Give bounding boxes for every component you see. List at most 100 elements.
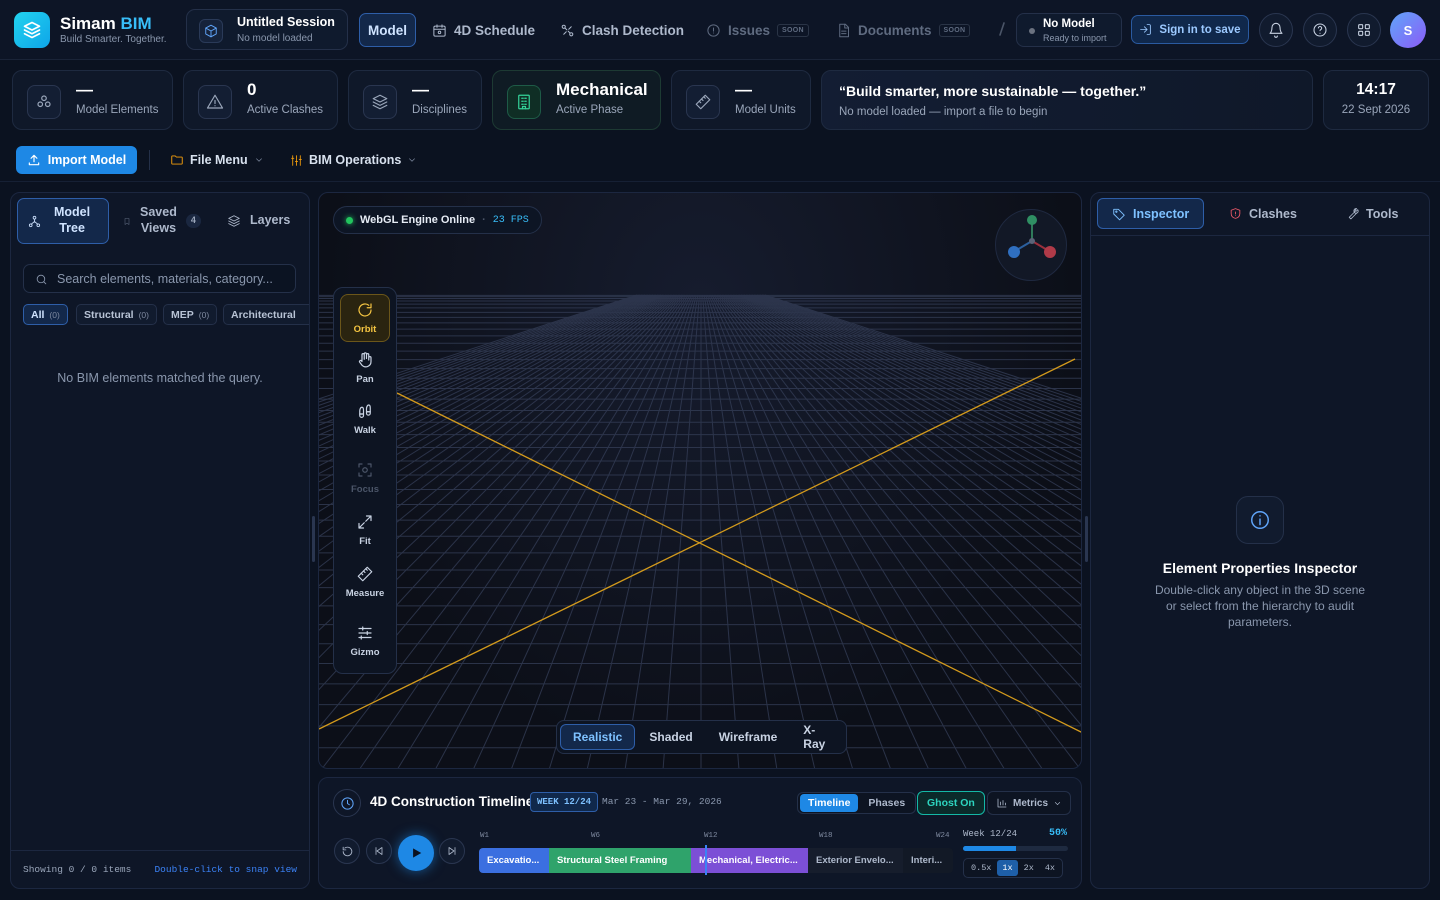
ruler-icon (686, 85, 720, 119)
fps-counter: 23 FPS (492, 214, 529, 226)
grid-line (706, 294, 853, 768)
grid-line (703, 294, 778, 768)
tab-tools[interactable]: Tools (1332, 198, 1412, 229)
filter-all[interactable]: All (0) (23, 304, 68, 325)
components-icon (27, 85, 61, 119)
phase-bar-interior[interactable]: Interi... (903, 848, 953, 873)
metrics-label: Metrics (1013, 797, 1049, 809)
left-resize-handle[interactable] (312, 516, 315, 562)
grid-line (719, 294, 1081, 689)
grid-line (662, 294, 700, 768)
filter-mep[interactable]: MEP (0) (163, 304, 218, 325)
tab-model-tree[interactable]: Model Tree (17, 198, 109, 244)
grid-line (473, 294, 692, 768)
tab-layers[interactable]: Layers (227, 198, 305, 244)
toggle-timeline[interactable]: Timeline (800, 794, 859, 812)
render-mode-shaded[interactable]: Shaded (637, 724, 704, 750)
sign-in-button[interactable]: Sign in to save (1131, 15, 1249, 44)
tab-clash-detection[interactable]: Clash Detection (552, 13, 692, 47)
tab-clash-detection-label: Clash Detection (582, 22, 685, 38)
filter-label: Structural (84, 308, 134, 321)
render-mode-realistic[interactable]: Realistic (560, 724, 636, 750)
tab-saved-views[interactable]: Saved Views 4 (119, 198, 211, 244)
playback-speed-selector: 0.5x 1x 2x 4x (963, 858, 1064, 878)
reset-button[interactable] (334, 838, 360, 864)
notifications-button[interactable] (1259, 13, 1293, 47)
week-marker: W12 (704, 832, 718, 840)
filter-label: All (31, 308, 45, 321)
bim-operations-button[interactable]: BIM Operations (290, 146, 417, 174)
stat-disciplines: — Disciplines (348, 70, 482, 130)
help-button[interactable] (1303, 13, 1337, 47)
import-model-button[interactable]: Import Model (16, 146, 137, 174)
session-title: Untitled Session (237, 15, 335, 29)
tab-documents[interactable]: Documents SOON (828, 13, 978, 47)
hierarchy-icon (28, 215, 41, 228)
filter-structural[interactable]: Structural (0) (76, 304, 157, 325)
tab-divider (1091, 235, 1429, 236)
toggle-phases[interactable]: Phases (860, 794, 913, 812)
tool-orbit[interactable]: Orbit (340, 294, 390, 342)
tool-focus[interactable]: Focus (340, 454, 390, 502)
tab-clashes[interactable]: Clashes (1215, 198, 1311, 229)
upload-icon (27, 153, 41, 167)
tool-label: Pan (356, 374, 374, 385)
grid-line (752, 294, 1081, 430)
phase-bar-exterior[interactable]: Exterior Envelo... (808, 848, 903, 873)
session-selector[interactable]: Untitled Session No model loaded (186, 9, 348, 50)
play-button[interactable] (398, 835, 434, 871)
stat-value: Mechanical (556, 80, 648, 99)
skip-back-button[interactable] (366, 838, 392, 864)
app-name-text: Simam (60, 14, 116, 33)
grid-line (549, 294, 696, 768)
app-name: Simam BIM (60, 14, 152, 34)
phase-bar-excavation[interactable]: Excavatio... (479, 848, 549, 873)
online-dot (346, 216, 353, 224)
tab-inspector[interactable]: Inspector (1097, 198, 1205, 229)
toolbar-divider (149, 150, 150, 170)
tool-fit[interactable]: Fit (340, 506, 390, 554)
app-logo-icon[interactable] (14, 12, 50, 48)
phase-bar-mechanical[interactable]: Mechanical, Electric... (691, 848, 808, 873)
grid-line (737, 294, 1081, 491)
render-mode-xray[interactable]: X-Ray (791, 723, 843, 751)
tab-4d-schedule[interactable]: 4D Schedule (424, 13, 543, 47)
right-resize-handle[interactable] (1085, 516, 1088, 562)
phase-bar-structural-steel[interactable]: Structural Steel Framing (549, 848, 691, 873)
orientation-gizmo[interactable] (995, 209, 1067, 281)
overflow-nav-icon[interactable] (998, 22, 1006, 36)
metrics-dropdown[interactable]: Metrics (987, 791, 1072, 815)
skip-back-icon (373, 845, 385, 857)
speed-1x[interactable]: 1x (997, 860, 1018, 876)
expand-icon (358, 515, 372, 529)
tool-walk[interactable]: Walk (340, 395, 390, 443)
tab-model[interactable]: Model (359, 13, 416, 47)
timeline-playhead[interactable] (705, 845, 707, 875)
grid-line (359, 294, 688, 768)
sliders-icon (358, 626, 372, 640)
tab-tools-label: Tools (1366, 206, 1399, 221)
tool-measure[interactable]: Measure (340, 558, 390, 606)
grid-icon (1356, 22, 1372, 38)
stat-value: — (76, 80, 93, 99)
ghost-toggle-button[interactable]: Ghost On (917, 791, 985, 815)
stat-model-units: — Model Units (671, 70, 811, 130)
user-avatar[interactable]: S (1390, 12, 1426, 48)
file-menu-button[interactable]: File Menu (170, 146, 264, 174)
tab-issues[interactable]: Issues SOON (698, 13, 817, 47)
tool-gizmo[interactable]: Gizmo (340, 617, 390, 665)
filter-architectural[interactable]: Architectural (223, 304, 309, 325)
render-mode-selector: Realistic Shaded Wireframe X-Ray (556, 720, 847, 754)
sliders-icon (290, 154, 303, 167)
skip-forward-button[interactable] (439, 838, 465, 864)
apps-button[interactable] (1347, 13, 1381, 47)
speed-2x[interactable]: 2x (1019, 860, 1039, 876)
speed-4x[interactable]: 4x (1040, 860, 1060, 876)
search-input[interactable]: Search elements, materials, category... (23, 264, 296, 293)
tool-pan[interactable]: Pan (340, 344, 390, 392)
shield-icon (1229, 207, 1242, 220)
speed-0-5x[interactable]: 0.5x (966, 860, 996, 876)
render-mode-wireframe[interactable]: Wireframe (707, 724, 790, 750)
3d-viewport[interactable]: WebGL Engine Online · 23 FPS Orbit Pan W… (318, 192, 1082, 769)
saved-views-count: 4 (185, 214, 201, 228)
